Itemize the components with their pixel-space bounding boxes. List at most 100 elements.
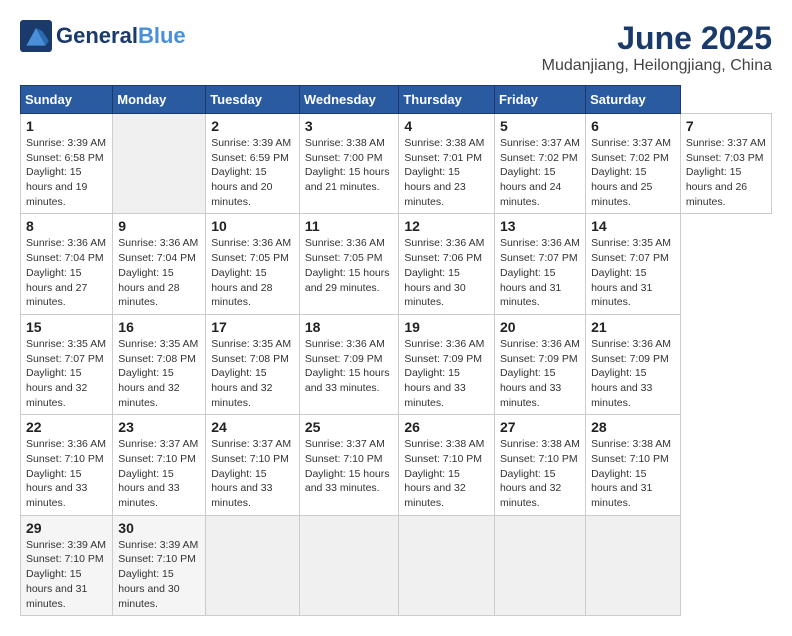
calendar-cell-17: 17 Sunrise: 3:35 AMSunset: 7:08 PMDayligh…	[206, 314, 300, 414]
day-info: Sunrise: 3:37 AMSunset: 7:10 PMDaylight:…	[305, 437, 394, 496]
day-header-monday: Monday	[113, 86, 206, 114]
calendar-cell-27: 27 Sunrise: 3:38 AMSunset: 7:10 PMDayligh…	[494, 415, 585, 515]
title-block: June 2025 Mudanjiang, Heilongjiang, Chin…	[542, 20, 772, 75]
day-number: 4	[404, 118, 489, 134]
day-info: Sunrise: 3:38 AMSunset: 7:01 PMDaylight:…	[404, 136, 489, 209]
day-header-tuesday: Tuesday	[206, 86, 300, 114]
day-header-friday: Friday	[494, 86, 585, 114]
day-number: 27	[500, 419, 580, 435]
calendar-cell-2: 2Sunrise: 3:39 AMSunset: 6:59 PMDaylight…	[206, 114, 300, 214]
day-info: Sunrise: 3:36 AMSunset: 7:05 PMDaylight:…	[211, 236, 294, 309]
logo-text: GeneralBlue	[56, 24, 186, 48]
calendar-cell-empty	[299, 515, 399, 615]
calendar-cell-empty	[113, 114, 206, 214]
calendar-cell-18: 18 Sunrise: 3:36 AMSunset: 7:09 PMDayligh…	[299, 314, 399, 414]
day-info: Sunrise: 3:36 AMSunset: 7:04 PMDaylight:…	[118, 236, 200, 309]
calendar-cell-16: 16 Sunrise: 3:35 AMSunset: 7:08 PMDayligh…	[113, 314, 206, 414]
day-info: Sunrise: 3:37 AMSunset: 7:02 PMDaylight:…	[500, 136, 580, 209]
calendar-cell-23: 23 Sunrise: 3:37 AMSunset: 7:10 PMDayligh…	[113, 415, 206, 515]
calendar-cell-29: 29Sunrise: 3:39 AMSunset: 7:10 PMDayligh…	[21, 515, 113, 615]
logo-icon	[20, 20, 52, 52]
day-number: 16	[118, 319, 200, 335]
calendar-cell-5: 5 Sunrise: 3:37 AMSunset: 7:02 PMDaylight…	[494, 114, 585, 214]
day-number: 14	[591, 218, 675, 234]
day-info: Sunrise: 3:36 AMSunset: 7:09 PMDaylight:…	[591, 337, 675, 410]
day-info: Sunrise: 3:37 AMSunset: 7:02 PMDaylight:…	[591, 136, 675, 209]
day-info: Sunrise: 3:38 AMSunset: 7:10 PMDaylight:…	[591, 437, 675, 510]
day-info: Sunrise: 3:36 AMSunset: 7:10 PMDaylight:…	[26, 437, 107, 510]
day-header-thursday: Thursday	[399, 86, 495, 114]
day-info: Sunrise: 3:36 AMSunset: 7:09 PMDaylight:…	[404, 337, 489, 410]
day-header-wednesday: Wednesday	[299, 86, 399, 114]
day-info: Sunrise: 3:35 AMSunset: 7:07 PMDaylight:…	[26, 337, 107, 410]
calendar-cell-9: 9 Sunrise: 3:36 AMSunset: 7:04 PMDaylight…	[113, 214, 206, 314]
day-info: Sunrise: 3:39 AMSunset: 7:10 PMDaylight:…	[26, 538, 107, 611]
day-info: Sunrise: 3:38 AMSunset: 7:10 PMDaylight:…	[500, 437, 580, 510]
day-info: Sunrise: 3:36 AMSunset: 7:09 PMDaylight:…	[305, 337, 394, 396]
calendar-cell-22: 22 Sunrise: 3:36 AMSunset: 7:10 PMDayligh…	[21, 415, 113, 515]
calendar-week-2: 8 Sunrise: 3:36 AMSunset: 7:04 PMDaylight…	[21, 214, 772, 314]
calendar-cell-14: 14Sunrise: 3:35 AMSunset: 7:07 PMDayligh…	[586, 214, 681, 314]
calendar-cell-15: 15Sunrise: 3:35 AMSunset: 7:07 PMDayligh…	[21, 314, 113, 414]
day-number: 20	[500, 319, 580, 335]
day-number: 1	[26, 118, 107, 134]
day-header-saturday: Saturday	[586, 86, 681, 114]
day-number: 18	[305, 319, 394, 335]
day-info: Sunrise: 3:37 AMSunset: 7:03 PMDaylight:…	[686, 136, 766, 209]
day-number: 5	[500, 118, 580, 134]
day-number: 7	[686, 118, 766, 134]
logo: GeneralBlue	[20, 20, 186, 52]
day-number: 24	[211, 419, 294, 435]
day-info: Sunrise: 3:36 AMSunset: 7:05 PMDaylight:…	[305, 236, 394, 295]
location: Mudanjiang, Heilongjiang, China	[542, 57, 772, 75]
day-number: 19	[404, 319, 489, 335]
day-info: Sunrise: 3:36 AMSunset: 7:06 PMDaylight:…	[404, 236, 489, 309]
day-info: Sunrise: 3:35 AMSunset: 7:08 PMDaylight:…	[211, 337, 294, 410]
day-info: Sunrise: 3:39 AMSunset: 7:10 PMDaylight:…	[118, 538, 200, 611]
calendar-cell-13: 13 Sunrise: 3:36 AMSunset: 7:07 PMDayligh…	[494, 214, 585, 314]
day-number: 28	[591, 419, 675, 435]
calendar-week-4: 22 Sunrise: 3:36 AMSunset: 7:10 PMDayligh…	[21, 415, 772, 515]
day-info: Sunrise: 3:39 AMSunset: 6:58 PMDaylight:…	[26, 136, 107, 209]
day-number: 8	[26, 218, 107, 234]
calendar-cell-7: 7 Sunrise: 3:37 AMSunset: 7:03 PMDaylight…	[680, 114, 771, 214]
day-info: Sunrise: 3:36 AMSunset: 7:04 PMDaylight:…	[26, 236, 107, 309]
calendar-cell-3: 3Sunrise: 3:38 AMSunset: 7:00 PMDaylight…	[299, 114, 399, 214]
calendar-cell-10: 10 Sunrise: 3:36 AMSunset: 7:05 PMDayligh…	[206, 214, 300, 314]
day-number: 17	[211, 319, 294, 335]
day-header-sunday: Sunday	[21, 86, 113, 114]
calendar-cell-8: 8 Sunrise: 3:36 AMSunset: 7:04 PMDaylight…	[21, 214, 113, 314]
calendar-week-3: 15Sunrise: 3:35 AMSunset: 7:07 PMDayligh…	[21, 314, 772, 414]
calendar-cell-25: 25Sunrise: 3:37 AMSunset: 7:10 PMDayligh…	[299, 415, 399, 515]
day-info: Sunrise: 3:35 AMSunset: 7:08 PMDaylight:…	[118, 337, 200, 410]
day-info: Sunrise: 3:37 AMSunset: 7:10 PMDaylight:…	[211, 437, 294, 510]
calendar-week-5: 29Sunrise: 3:39 AMSunset: 7:10 PMDayligh…	[21, 515, 772, 615]
calendar-cell-20: 20 Sunrise: 3:36 AMSunset: 7:09 PMDayligh…	[494, 314, 585, 414]
calendar-cell-24: 24 Sunrise: 3:37 AMSunset: 7:10 PMDayligh…	[206, 415, 300, 515]
day-info: Sunrise: 3:37 AMSunset: 7:10 PMDaylight:…	[118, 437, 200, 510]
day-number: 2	[211, 118, 294, 134]
day-number: 12	[404, 218, 489, 234]
calendar-table: SundayMondayTuesdayWednesdayThursdayFrid…	[20, 85, 772, 616]
day-number: 26	[404, 419, 489, 435]
calendar-header-row: SundayMondayTuesdayWednesdayThursdayFrid…	[21, 86, 772, 114]
calendar-cell-empty	[206, 515, 300, 615]
calendar-cell-empty	[399, 515, 495, 615]
day-info: Sunrise: 3:38 AMSunset: 7:10 PMDaylight:…	[404, 437, 489, 510]
calendar-cell-empty	[494, 515, 585, 615]
calendar-cell-6: 6Sunrise: 3:37 AMSunset: 7:02 PMDaylight…	[586, 114, 681, 214]
day-number: 3	[305, 118, 394, 134]
calendar-cell-28: 28 Sunrise: 3:38 AMSunset: 7:10 PMDayligh…	[586, 415, 681, 515]
day-info: Sunrise: 3:36 AMSunset: 7:07 PMDaylight:…	[500, 236, 580, 309]
day-number: 10	[211, 218, 294, 234]
calendar-cell-30: 30 Sunrise: 3:39 AMSunset: 7:10 PMDayligh…	[113, 515, 206, 615]
day-info: Sunrise: 3:36 AMSunset: 7:09 PMDaylight:…	[500, 337, 580, 410]
day-number: 9	[118, 218, 200, 234]
day-number: 23	[118, 419, 200, 435]
month-title: June 2025	[542, 20, 772, 57]
day-number: 30	[118, 520, 200, 536]
day-number: 13	[500, 218, 580, 234]
day-number: 22	[26, 419, 107, 435]
calendar-cell-26: 26 Sunrise: 3:38 AMSunset: 7:10 PMDayligh…	[399, 415, 495, 515]
day-number: 21	[591, 319, 675, 335]
